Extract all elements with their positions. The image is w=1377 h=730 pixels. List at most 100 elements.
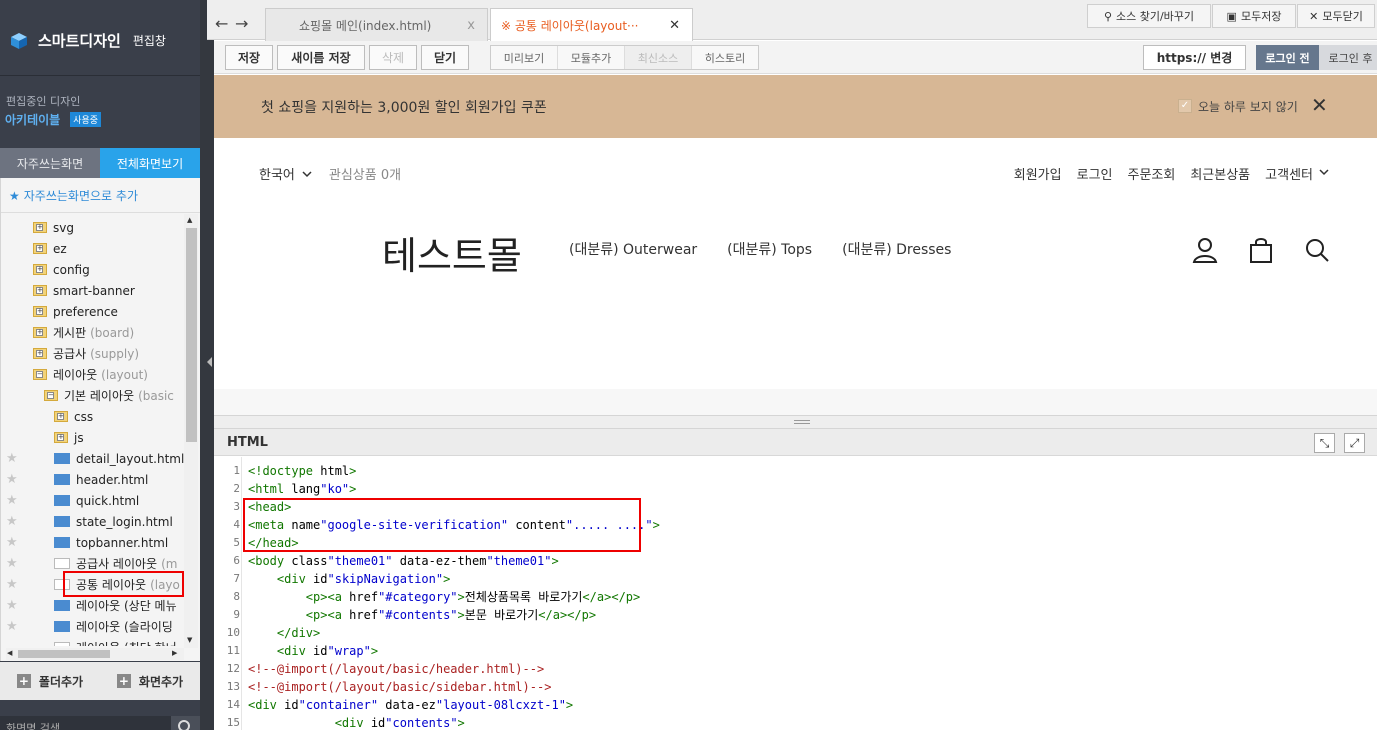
delete-button[interactable]: 삭제	[369, 45, 417, 70]
language-selector[interactable]: 한국어	[259, 164, 295, 183]
search-icon[interactable]	[1302, 235, 1332, 265]
utility-link[interactable]: 로그인	[1077, 164, 1113, 183]
user-icon[interactable]	[1190, 235, 1220, 265]
scroll-right-icon[interactable]: ▶	[172, 649, 177, 657]
code-line[interactable]: 2 <html lang"ko">	[214, 480, 1377, 498]
code-line[interactable]: 1 <!doctype html>	[214, 462, 1377, 480]
before-login-button[interactable]: 로그인 전	[1256, 45, 1319, 70]
tree-item[interactable]: ★ detail_layout.html	[1, 448, 184, 469]
code-text[interactable]: <!--@import(/layout/basic/header.html)--…	[248, 660, 544, 678]
code-text[interactable]: <head>	[248, 498, 291, 516]
collapse-arrow-icon[interactable]	[207, 357, 212, 367]
favorite-star-icon[interactable]: ★	[6, 514, 18, 529]
tree-item[interactable]: ★ header.html	[1, 469, 184, 490]
scroll-down-icon[interactable]: ▼	[187, 636, 192, 644]
shopping-bag-icon[interactable]	[1246, 235, 1276, 265]
code-text[interactable]: <div id"wrap">	[248, 642, 378, 660]
code-line[interactable]: 4 <meta name"google-site-verification" co…	[214, 516, 1377, 534]
favorite-star-icon[interactable]: ★	[6, 451, 18, 466]
code-text[interactable]: <!--@import(/layout/basic/sidebar.html)-…	[248, 678, 551, 696]
code-line[interactable]: 8 <p><a href"#category">전체상품목록 바로가기</a><…	[214, 588, 1377, 606]
code-line[interactable]: 14 <div id"container" data-ez"layout-08lc…	[214, 696, 1377, 714]
tree-item[interactable]: + smart-banner	[1, 280, 184, 301]
scroll-thumb[interactable]	[186, 228, 197, 442]
favorite-star-icon[interactable]: ★	[6, 556, 18, 571]
save-all-button[interactable]: ▣ 모두저장	[1212, 4, 1296, 28]
save-button[interactable]: 저장	[225, 45, 273, 70]
dont-show-label[interactable]: 오늘 하루 보지 않기	[1198, 98, 1298, 115]
tree-item[interactable]: + css	[1, 406, 184, 427]
favorite-star-icon[interactable]: ★	[6, 619, 18, 634]
close-button[interactable]: 닫기	[421, 45, 469, 70]
tab-common-layout[interactable]: ※ 공통 레이아웃(layout··· ✕	[490, 8, 693, 41]
category-link[interactable]: (대분류) Tops	[727, 239, 812, 259]
expand-icon[interactable]: ⤢	[1344, 433, 1365, 453]
back-arrow-icon[interactable]: ←	[215, 14, 228, 33]
sidebar-collapse-handle[interactable]	[200, 0, 214, 730]
favorite-star-icon[interactable]: ★	[6, 493, 18, 508]
close-all-button[interactable]: ✕ 모두닫기	[1297, 4, 1375, 28]
pane-splitter[interactable]	[214, 415, 1377, 429]
find-replace-button[interactable]: ⚲ 소스 찾기/바꾸기	[1087, 4, 1211, 28]
tree-item[interactable]: 레이아웃 (최단 한너	[1, 637, 184, 646]
tree-item[interactable]: + js	[1, 427, 184, 448]
code-text[interactable]: <div id"contents">	[248, 714, 465, 730]
code-text[interactable]: <div id"container" data-ez"layout-08lcxz…	[248, 696, 573, 714]
search-input[interactable]: 화면명 검색	[6, 720, 60, 730]
tab-shop-main[interactable]: 쇼핑몰 메인(index.html) x	[265, 8, 488, 41]
code-text[interactable]: <p><a href"#contents">본문 바로가기</a></p>	[248, 606, 596, 624]
code-text[interactable]: <div id"skipNavigation">	[248, 570, 450, 588]
grip-icon[interactable]	[794, 420, 810, 424]
utility-link[interactable]: 고객센터	[1265, 164, 1313, 183]
category-link[interactable]: (대분류) Outerwear	[569, 239, 697, 259]
dont-show-checkbox[interactable]: ✓	[1178, 99, 1192, 113]
utility-link[interactable]: 최근본상품	[1190, 164, 1250, 183]
add-module-button[interactable]: 모듈추가	[558, 46, 625, 69]
tree-item[interactable]: ★ topbanner.html	[1, 532, 184, 553]
favorite-star-icon[interactable]: ★	[6, 577, 18, 592]
forward-arrow-icon[interactable]: →	[235, 14, 248, 33]
tree-item[interactable]: + 공급사 (supply)	[1, 343, 184, 364]
close-icon[interactable]: ✕	[1311, 93, 1328, 117]
add-folder-button[interactable]: + 폴더추가	[0, 662, 100, 700]
code-text[interactable]: <body class"theme01" data-ez-them"theme0…	[248, 552, 559, 570]
save-as-button[interactable]: 새이름 저장	[277, 45, 365, 70]
tree-item[interactable]: + svg	[1, 217, 184, 238]
code-line[interactable]: 10 </div>	[214, 624, 1377, 642]
code-text[interactable]: </div>	[248, 624, 320, 642]
tree-item[interactable]: + ez	[1, 238, 184, 259]
tree-vertical-scrollbar[interactable]: ▲ ▼	[184, 214, 198, 648]
shop-logo[interactable]: 테스트몰	[382, 225, 522, 280]
tree-item[interactable]: + preference	[1, 301, 184, 322]
code-text[interactable]: <!doctype html>	[248, 462, 356, 480]
code-line[interactable]: 9 <p><a href"#contents">본문 바로가기</a></p>	[214, 606, 1377, 624]
code-text[interactable]: <html lang"ko">	[248, 480, 356, 498]
tab-all-screens[interactable]: 전체화면보기	[100, 148, 200, 178]
code-line[interactable]: 5 </head>	[214, 534, 1377, 552]
wishlist-link[interactable]: 관심상품 0개	[329, 164, 401, 183]
tree-item[interactable]: ★ 공급사 레이아웃 (m	[1, 553, 184, 574]
history-button[interactable]: 히스토리	[692, 46, 758, 69]
code-text[interactable]: <meta name"google-site-verification" con…	[248, 516, 660, 534]
code-line[interactable]: 7 <div id"skipNavigation">	[214, 570, 1377, 588]
tab-frequent-screens[interactable]: 자주쓰는화면	[0, 148, 100, 178]
code-line[interactable]: 12 <!--@import(/layout/basic/header.html)…	[214, 660, 1377, 678]
tree-item[interactable]: − 기본 레이아웃 (basic	[1, 385, 184, 406]
after-login-button[interactable]: 로그인 후	[1319, 45, 1377, 70]
design-name[interactable]: 아키테이블	[5, 111, 60, 128]
tree-item[interactable]: − 레이아웃 (layout)	[1, 364, 184, 385]
banner-message[interactable]: 첫 쇼핑을 지원하는 3,000원 할인 회원가입 쿠폰	[261, 97, 547, 117]
category-link[interactable]: (대분류) Dresses	[842, 239, 951, 259]
favorite-star-icon[interactable]: ★	[6, 598, 18, 613]
tree-item[interactable]: ★ 레이아웃 (슬라이딩	[1, 616, 184, 637]
html-code-editor[interactable]: HTML ⤡ ⤢ 1 <!doctype html> 2 <html lang"ko"…	[214, 429, 1377, 730]
code-line[interactable]: 3 <head>	[214, 498, 1377, 516]
utility-link[interactable]: 회원가입	[1014, 164, 1062, 183]
tree-item[interactable]: ★ state_login.html	[1, 511, 184, 532]
favorite-star-icon[interactable]: ★	[6, 472, 18, 487]
preview-button[interactable]: 미리보기	[491, 46, 558, 69]
tree-horizontal-scrollbar[interactable]: ◀ ▶	[6, 648, 184, 660]
add-screen-button[interactable]: + 화면추가	[100, 662, 200, 700]
close-icon[interactable]: ✕	[669, 18, 680, 33]
latest-source-button[interactable]: 최신소스	[625, 46, 692, 69]
